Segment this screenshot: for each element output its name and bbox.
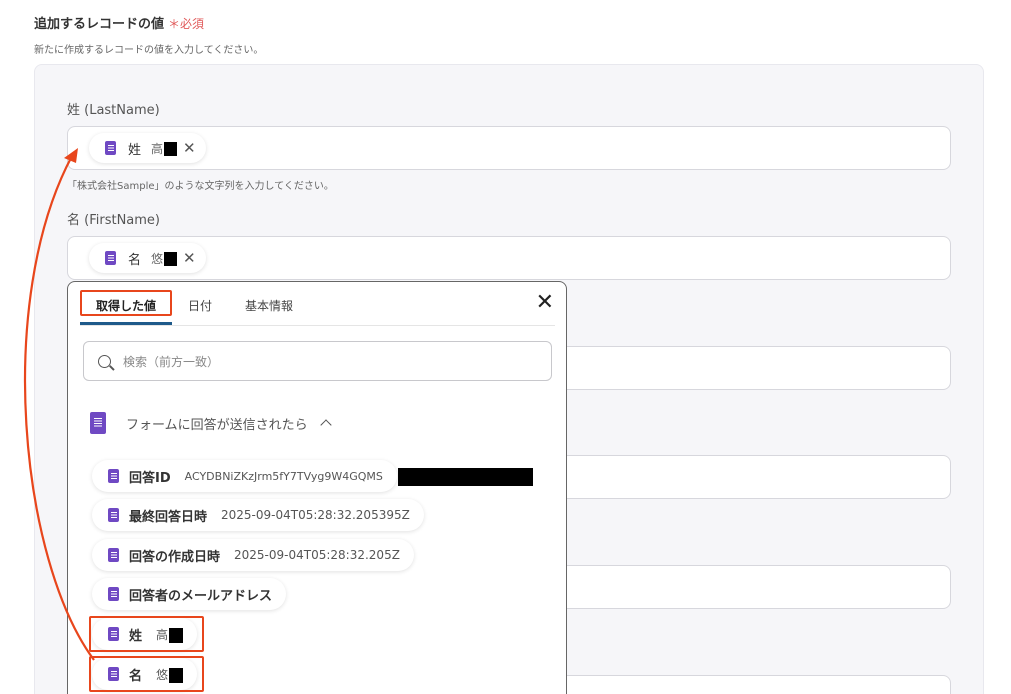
section-description: 新たに作成するレコードの値を入力してください。 <box>34 45 264 56</box>
section-title: 追加するレコードの値 ＊必須 <box>34 17 205 32</box>
firstname-label: 名 (FirstName) <box>67 213 160 228</box>
close-icon[interactable]: ✕ <box>536 292 554 314</box>
form-doc-icon <box>90 412 106 434</box>
redacted-block <box>398 468 533 486</box>
form-doc-icon <box>108 469 119 483</box>
form-doc-icon <box>108 587 119 601</box>
search-input[interactable]: 検索（前方一致） <box>83 341 552 381</box>
redacted-block <box>164 142 178 156</box>
form-doc-icon <box>105 141 116 155</box>
active-tab-indicator <box>80 322 172 325</box>
form-doc-icon <box>108 548 119 562</box>
redacted-block <box>164 252 178 266</box>
firstname-value-chip[interactable]: 名 悠 ✕ <box>89 243 206 273</box>
form-doc-icon <box>105 251 116 265</box>
lastname-value-chip[interactable]: 姓 高 ✕ <box>89 133 206 163</box>
list-item-last-answer-time[interactable]: 最終回答日時 2025-09-04T05:28:32.205395Z <box>92 499 424 531</box>
highlight-lastname-item <box>89 616 204 652</box>
form-doc-icon <box>108 508 119 522</box>
chevron-up-icon[interactable] <box>319 419 332 431</box>
list-item-created-time[interactable]: 回答の作成日時 2025-09-04T05:28:32.205Z <box>92 539 414 571</box>
required-badge: ＊必須 <box>168 17 205 31</box>
group-header[interactable]: フォームに回答が送信されたら <box>90 412 332 434</box>
list-item-respondent-email[interactable]: 回答者のメールアドレス <box>92 578 287 610</box>
tab-basic-info[interactable]: 基本情報 <box>245 297 293 314</box>
search-icon <box>98 354 111 368</box>
remove-chip-icon[interactable]: ✕ <box>183 250 196 266</box>
list-item-response-id[interactable]: 回答ID ACYDBNiZKzJrm5fY7TVyg9W4GQMS <box>92 460 397 492</box>
remove-chip-icon[interactable]: ✕ <box>183 140 196 156</box>
lastname-label: 姓 (LastName) <box>67 103 160 118</box>
tab-date[interactable]: 日付 <box>188 297 212 314</box>
lastname-hint: 「株式会社Sample」のような文字列を入力してください。 <box>67 181 334 192</box>
highlight-firstname-item <box>89 656 204 692</box>
highlight-active-tab <box>80 290 172 316</box>
